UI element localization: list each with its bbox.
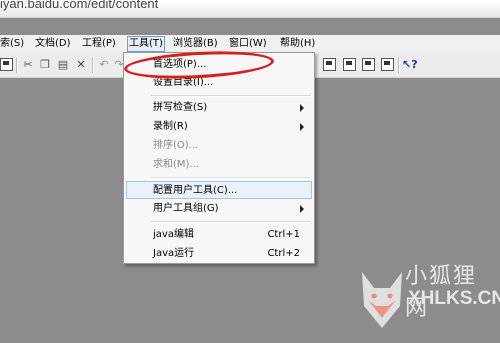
delete-icon[interactable]: ✕	[74, 58, 88, 72]
view-icon-3[interactable]	[362, 58, 375, 71]
menu-item-label: 配置用户工具(C)...	[153, 185, 238, 196]
menu-item-label: Java运行	[153, 248, 195, 259]
menu-item-sum: 求和(M)...	[126, 156, 312, 174]
paste-icon[interactable]: ▤	[56, 58, 70, 72]
view-icon-1[interactable]	[323, 58, 336, 71]
submenu-arrow-icon	[300, 123, 304, 131]
menu-item-label: java编辑	[153, 229, 194, 240]
submenu-arrow-icon	[300, 104, 304, 112]
menu-item-label: 拼写检查(S)	[153, 102, 208, 113]
view-icon-4[interactable]	[381, 58, 394, 71]
menu-item-shortcut: Ctrl+1	[267, 229, 300, 240]
open-icon[interactable]	[0, 58, 13, 71]
menu-item-configure-user-tools[interactable]: 配置用户工具(C)...	[126, 181, 312, 199]
menu-document[interactable]: 文档(D)	[35, 37, 71, 51]
fox-logo-icon	[362, 272, 402, 328]
menu-item-record[interactable]: 录制(R)	[126, 118, 312, 136]
cut-icon[interactable]: ✂	[21, 58, 35, 72]
window-url: iyan.baidu.com/edit/content	[0, 0, 159, 11]
watermark-text-en: XHLKS.CN	[408, 288, 500, 309]
menu-tools[interactable]: 工具(T)	[127, 36, 165, 52]
menu-help[interactable]: 帮助(H)	[280, 37, 315, 51]
watermark: 小狐狸网 XHLKS.CN	[350, 258, 500, 343]
undo-icon[interactable]: ↶	[97, 58, 111, 72]
menu-separator	[151, 177, 311, 179]
view-icon-2[interactable]	[343, 58, 356, 71]
title-bar: iyan.baidu.com/edit/content	[0, 0, 500, 18]
menu-bar: 索(S) 文档(D) 工程(P) 工具(T) 浏览器(B) 窗口(W) 帮助(H…	[0, 35, 500, 53]
menu-search[interactable]: 索(S)	[0, 37, 24, 51]
menu-item-label: 用户工具组(G)	[153, 203, 219, 214]
menu-item-spellcheck[interactable]: 拼写检查(S)	[126, 99, 312, 117]
menu-item-label: 排序(O)...	[153, 140, 199, 151]
menu-item-java-run[interactable]: Java运行 Ctrl+2	[126, 245, 312, 263]
menu-item-java-edit[interactable]: java编辑 Ctrl+1	[126, 226, 312, 244]
menu-item-label: 录制(R)	[153, 121, 188, 132]
submenu-arrow-icon	[300, 205, 304, 213]
menu-item-user-tool-groups[interactable]: 用户工具组(G)	[126, 200, 312, 218]
context-help-icon[interactable]: ↖?	[402, 58, 418, 72]
menu-browser[interactable]: 浏览器(B)	[173, 37, 218, 51]
copy-icon[interactable]: ❐	[38, 58, 52, 72]
tools-dropdown-menu: 首选项(P)... 设置目录(I)... 拼写检查(S) 录制(R) 排序(O)…	[123, 52, 315, 264]
menu-item-label: 求和(M)...	[153, 159, 199, 170]
menu-window[interactable]: 窗口(W)	[229, 37, 267, 51]
menu-separator	[151, 95, 311, 97]
menu-item-shortcut: Ctrl+2	[267, 248, 300, 259]
menu-separator	[151, 221, 311, 223]
menu-item-sort: 排序(O)...	[126, 137, 312, 155]
menu-project[interactable]: 工程(P)	[82, 37, 116, 51]
